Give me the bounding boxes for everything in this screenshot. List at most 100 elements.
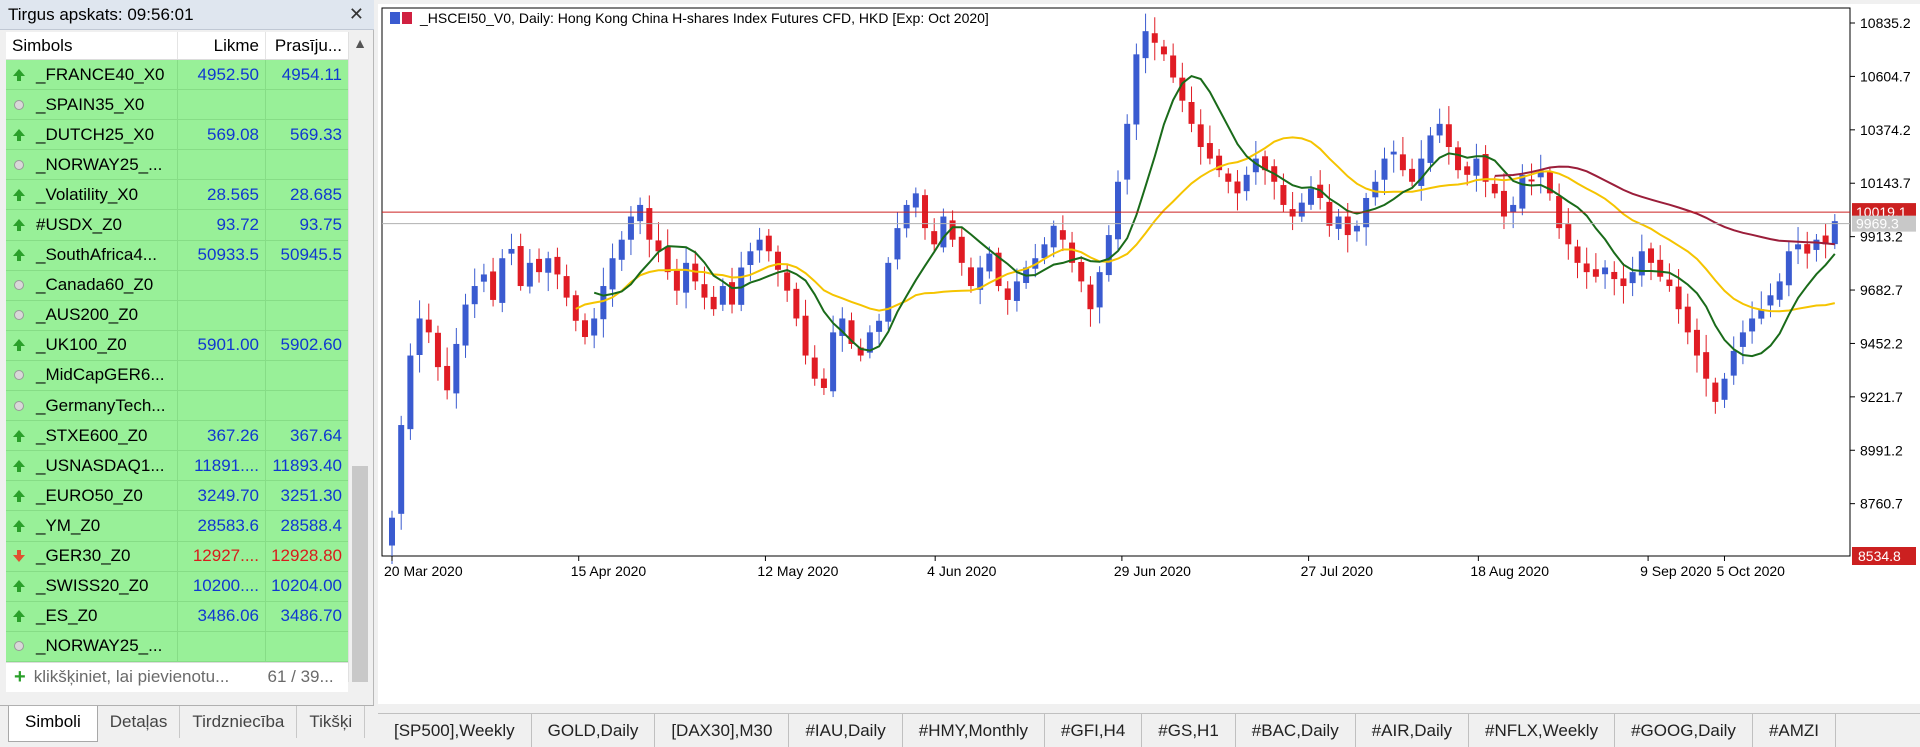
symbol-row[interactable]: _Volatility_X0 28.565 28.685 bbox=[6, 180, 348, 211]
arrow-up-icon bbox=[13, 128, 25, 141]
symbol-cell[interactable]: _AUS200_Z0 bbox=[6, 300, 178, 330]
chart-tab[interactable]: #GS,H1 bbox=[1142, 714, 1236, 747]
symbol-row[interactable]: _YM_Z0 28583.6 28588.4 bbox=[6, 511, 348, 542]
symbol-row[interactable]: _ES_Z0 3486.06 3486.70 bbox=[6, 601, 348, 632]
symbol-row[interactable]: _SWISS20_Z0 10200.... 10204.00 bbox=[6, 571, 348, 602]
plus-icon: + bbox=[14, 665, 26, 688]
symbol-cell[interactable]: _USNASDAQ1... bbox=[6, 451, 178, 481]
candle-body bbox=[1004, 288, 1011, 300]
chart-tab[interactable]: #NFLX,Weekly bbox=[1469, 714, 1616, 747]
symbol-row[interactable]: _DUTCH25_X0 569.08 569.33 bbox=[6, 120, 348, 151]
symbol-cell[interactable]: _STXE600_Z0 bbox=[6, 421, 178, 451]
x-tick-label: 12 May 2020 bbox=[757, 563, 838, 579]
chart-window[interactable]: _HSCEI50_V0, Daily: Hong Kong China H-sh… bbox=[378, 4, 1920, 704]
chart-tab[interactable]: #GFI,H4 bbox=[1045, 714, 1143, 747]
chart-tab[interactable]: [DAX30],M30 bbox=[655, 714, 790, 747]
candle-body bbox=[1611, 271, 1618, 280]
column-header-symbol[interactable]: Simbols bbox=[6, 32, 178, 59]
add-symbol-text[interactable]: klikšķiniet, lai pievienotu... bbox=[34, 667, 260, 687]
circle-icon bbox=[14, 310, 24, 321]
symbol-cell[interactable]: _Volatility_X0 bbox=[6, 180, 178, 210]
tab-details[interactable]: Detaļas bbox=[98, 706, 181, 738]
chart-tab[interactable]: #IAU,Daily bbox=[789, 714, 903, 747]
symbol-row[interactable]: _FRANCE40_X0 4952.50 4954.11 bbox=[6, 60, 348, 91]
candle-body bbox=[1353, 225, 1360, 232]
symbol-cell[interactable]: _SWISS20_Z0 bbox=[6, 571, 178, 601]
chart-tab[interactable]: #BAC,Daily bbox=[1236, 714, 1356, 747]
symbol-name: _USNASDAQ1... bbox=[36, 455, 165, 475]
symbol-cell[interactable]: _UK100_Z0 bbox=[6, 330, 178, 360]
symbol-cell[interactable]: _GermanyTech... bbox=[6, 391, 178, 421]
symbol-name: _DUTCH25_X0 bbox=[36, 124, 155, 144]
symbol-row[interactable]: _GermanyTech... bbox=[6, 391, 348, 422]
ask-price bbox=[266, 632, 348, 661]
candle-body bbox=[1050, 225, 1057, 248]
trading-terminal: Tirgus apskats: 09:56:01 ✕ Simbols Likme… bbox=[0, 0, 1920, 747]
symbol-row[interactable]: _EURO50_Z0 3249.70 3251.30 bbox=[6, 481, 348, 512]
scrollbar-thumb[interactable] bbox=[352, 466, 368, 682]
chart-tab[interactable]: #AIR,Daily bbox=[1356, 714, 1470, 747]
symbol-cell[interactable]: _NORWAY25_... bbox=[6, 631, 178, 661]
chart-type-icon[interactable] bbox=[390, 12, 400, 24]
symbol-cell[interactable]: _EURO50_Z0 bbox=[6, 481, 178, 511]
chart-tab[interactable]: #HMY,Monthly bbox=[903, 714, 1046, 747]
market-watch-scrollbar[interactable]: ▲ bbox=[348, 32, 370, 682]
low-price-label: 8534.8 bbox=[1858, 548, 1901, 564]
chart-tab[interactable]: #AMZI bbox=[1753, 714, 1836, 747]
symbol-name: _MidCapGER6... bbox=[36, 365, 165, 385]
tab-ticks[interactable]: Tikšķi bbox=[297, 706, 366, 738]
symbol-cell[interactable]: _DUTCH25_X0 bbox=[6, 120, 178, 150]
symbol-cell[interactable]: _GER30_Z0 bbox=[6, 541, 178, 571]
tab-symbols[interactable]: Simboli bbox=[8, 706, 98, 742]
symbol-row[interactable]: _UK100_Z0 5901.00 5902.60 bbox=[6, 330, 348, 361]
symbol-name: _FRANCE40_X0 bbox=[36, 64, 165, 84]
chevron-up-icon[interactable]: ▲ bbox=[349, 32, 371, 54]
symbol-row[interactable]: #USDX_Z0 93.72 93.75 bbox=[6, 210, 348, 241]
chart-tab[interactable]: [SP500],Weekly bbox=[378, 714, 532, 747]
symbol-row[interactable]: _MidCapGER6... bbox=[6, 360, 348, 392]
bid-price: 4952.50 bbox=[178, 60, 266, 90]
candle-body bbox=[1160, 46, 1167, 55]
symbol-row[interactable]: _NORWAY25_... bbox=[6, 150, 348, 181]
price-chart[interactable]: _HSCEI50_V0, Daily: Hong Kong China H-sh… bbox=[378, 4, 1920, 704]
tab-trading[interactable]: Tirdzniecība bbox=[180, 706, 298, 738]
symbol-cell[interactable]: _SouthAfrica4... bbox=[6, 240, 178, 270]
symbol-cell[interactable]: #USDX_Z0 bbox=[6, 210, 178, 240]
symbol-cell[interactable]: _SPAIN35_X0 bbox=[6, 90, 178, 120]
candle-body bbox=[1335, 216, 1342, 229]
column-header-bid[interactable]: Likme bbox=[178, 32, 266, 59]
symbol-cell[interactable]: _NORWAY25_... bbox=[6, 150, 178, 180]
chart-symbol-icon[interactable] bbox=[402, 12, 412, 24]
symbol-row[interactable]: _USNASDAQ1... 11891.... 11893.40 bbox=[6, 451, 348, 482]
y-tick-label: 9221.7 bbox=[1860, 389, 1903, 405]
candle-body bbox=[1785, 251, 1792, 286]
candle-body bbox=[1280, 185, 1287, 205]
symbol-cell[interactable]: _MidCapGER6... bbox=[6, 360, 178, 391]
column-header-ask[interactable]: Prasīju... bbox=[266, 32, 348, 59]
symbol-cell[interactable]: _Canada60_Z0 bbox=[6, 270, 178, 300]
symbol-cell[interactable]: _YM_Z0 bbox=[6, 511, 178, 541]
chart-tab[interactable]: #GOOG,Daily bbox=[1615, 714, 1753, 747]
ask-price: 12928.80 bbox=[271, 546, 342, 566]
candle-body bbox=[774, 251, 781, 270]
symbol-row[interactable]: _SouthAfrica4... 50933.5 50945.5 bbox=[6, 240, 348, 271]
symbol-cell[interactable]: _ES_Z0 bbox=[6, 601, 178, 631]
symbol-row[interactable]: _GER30_Z0 12927.... 12928.80 bbox=[6, 541, 348, 572]
market-watch-panel: Tirgus apskats: 09:56:01 ✕ Simbols Likme… bbox=[0, 0, 374, 747]
chart-tab[interactable]: GOLD,Daily bbox=[532, 714, 656, 747]
symbol-row[interactable]: _SPAIN35_X0 bbox=[6, 90, 348, 121]
add-symbol-row[interactable]: + klikšķiniet, lai pievienotu... 61 / 39… bbox=[6, 661, 348, 692]
symbol-cell[interactable]: _FRANCE40_X0 bbox=[6, 60, 178, 90]
symbol-row[interactable]: _Canada60_Z0 bbox=[6, 270, 348, 301]
candle-body bbox=[609, 258, 616, 290]
close-icon[interactable]: ✕ bbox=[349, 4, 364, 25]
symbol-row[interactable]: _STXE600_Z0 367.26 367.64 bbox=[6, 421, 348, 452]
candle-body bbox=[1500, 190, 1507, 217]
candle-body bbox=[600, 286, 607, 320]
ask-price: 50945.5 bbox=[280, 245, 342, 265]
symbol-row[interactable]: _NORWAY25_... bbox=[6, 631, 348, 662]
bid-price: 3486.06 bbox=[178, 601, 266, 631]
candle-body bbox=[1648, 248, 1655, 263]
bid-price: 5901.00 bbox=[178, 330, 266, 360]
symbol-row[interactable]: _AUS200_Z0 bbox=[6, 300, 348, 331]
